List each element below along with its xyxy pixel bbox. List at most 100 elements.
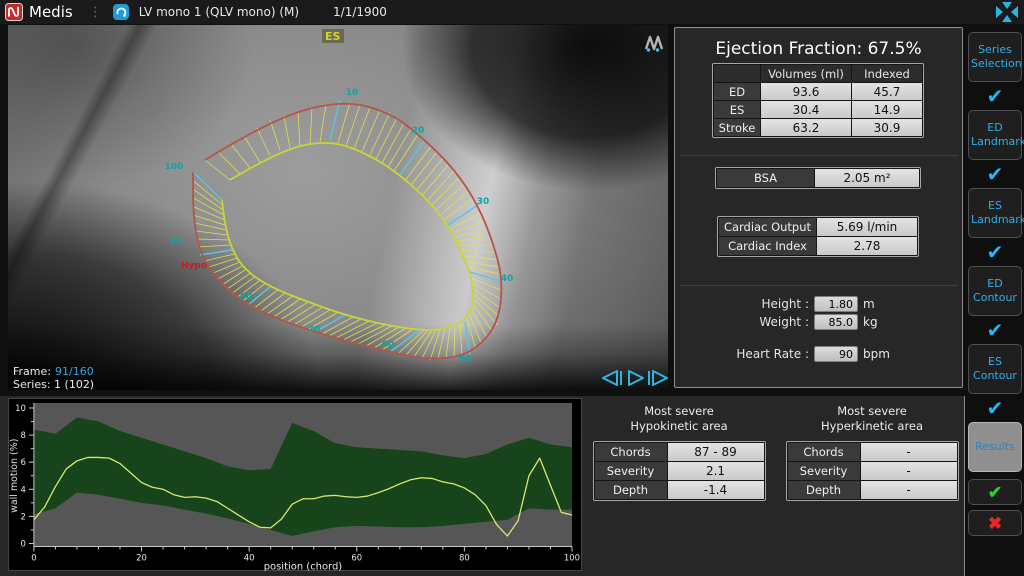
- step-es-landmarks[interactable]: ES Landmarks: [968, 188, 1022, 238]
- frame-value: 91/160: [55, 365, 94, 378]
- hypokinetic-title-line1: Most severe: [644, 404, 714, 419]
- angiogram-viewport[interactable]: ES 102030405060708090100 Hypo Frame: 91/…: [8, 25, 668, 390]
- study-label: LV mono 1 (QLV mono) (M): [139, 5, 299, 19]
- study-date: 1/1/1900: [333, 5, 387, 19]
- row-stroke-label: Stroke: [714, 119, 760, 136]
- step-complete-check-icon: ✔: [987, 319, 1004, 341]
- depth-label: Depth: [595, 481, 667, 499]
- step-complete-check-icon: ✔: [987, 397, 1004, 419]
- step-es-contour[interactable]: ES Contour: [968, 344, 1022, 394]
- section-divider: [679, 285, 958, 286]
- volumes-table: Volumes (ml) Indexed ED 93.6 45.7 ES 30.…: [712, 63, 924, 138]
- depth-label: Depth: [788, 481, 860, 499]
- weight-field[interactable]: [814, 314, 858, 330]
- step-results[interactable]: Results: [968, 422, 1022, 472]
- severity-value: 2.1: [668, 462, 764, 480]
- svg-text:wall motion (%): wall motion (%): [9, 439, 20, 513]
- height-unit: m: [863, 297, 875, 311]
- es-indexed: 14.9: [852, 101, 922, 118]
- hypokinetic-label: Hypo: [181, 261, 207, 271]
- svg-text:90: 90: [170, 237, 183, 247]
- svg-text:80: 80: [459, 552, 470, 562]
- svg-text:20: 20: [412, 126, 425, 136]
- step-complete-check-icon: ✔: [987, 85, 1004, 107]
- cardiac-output-value: 5.69 l/min: [817, 218, 917, 236]
- svg-text:6: 6: [21, 457, 26, 467]
- svg-text:40: 40: [244, 552, 255, 562]
- next-frame-button[interactable]: [649, 371, 667, 385]
- frame-label: Frame:: [13, 365, 51, 378]
- heart-rate-label: Heart Rate :: [675, 347, 809, 361]
- ejection-fraction-title: Ejection Fraction: 67.5%: [675, 39, 962, 59]
- severity-label: Severity: [788, 462, 860, 480]
- svg-text:2: 2: [21, 511, 26, 521]
- depth-value: -: [861, 481, 957, 499]
- svg-text:20: 20: [136, 552, 147, 562]
- ed-indexed: 45.7: [852, 83, 922, 100]
- col-indexed: Indexed: [852, 65, 922, 82]
- results-panel: Ejection Fraction: 67.5% Volumes (ml) In…: [674, 27, 963, 388]
- step-complete-check-icon: ✔: [987, 163, 1004, 185]
- step-complete-check-icon: ✔: [987, 241, 1004, 263]
- wall-motion-plot: 0204060801000246810position (chord)wall …: [9, 399, 581, 571]
- es-volume: 30.4: [761, 101, 851, 118]
- hyperkinetic-title-line2: Hyperkinetic area: [821, 419, 923, 434]
- svg-text:4: 4: [21, 484, 26, 494]
- wall-motion-chart: 0204060801000246810position (chord)wall …: [8, 398, 582, 571]
- stroke-volume: 63.2: [761, 119, 851, 136]
- svg-text:0: 0: [31, 552, 36, 562]
- bsa-label: BSA: [717, 169, 814, 187]
- cardiac-table: Cardiac Output 5.69 l/min Cardiac Index …: [717, 216, 919, 257]
- hypokinetic-table: Chords 87 - 89 Severity 2.1 Depth -1.4: [593, 441, 766, 501]
- app-titlebar: Medis ⋮ LV mono 1 (QLV mono) (M) 1/1/190…: [0, 0, 1024, 24]
- study-type-icon[interactable]: [113, 4, 129, 20]
- stroke-indexed: 30.9: [852, 119, 922, 136]
- weight-label: Weight :: [675, 315, 809, 329]
- hyperkinetic-title-line1: Most severe: [837, 404, 907, 419]
- previous-frame-button[interactable]: [603, 371, 621, 385]
- workflow-sidebar: Series Selection ✔ ED Landmarks ✔ ES Lan…: [966, 25, 1024, 576]
- kebab-menu-icon[interactable]: ⋮: [89, 5, 102, 20]
- row-ed-label: ED: [714, 83, 760, 100]
- step-ed-landmarks[interactable]: ED Landmarks: [968, 110, 1022, 160]
- ed-volume: 93.6: [761, 83, 851, 100]
- hyperkinetic-area-group: Most severe Hyperkinetic area Chords - S…: [783, 404, 961, 501]
- heart-rate-unit: bpm: [863, 347, 890, 361]
- bsa-table: BSA 2.05 m²: [715, 167, 921, 189]
- cardiac-index-label: Cardiac Index: [719, 237, 816, 255]
- cancel-x-icon: ✖: [988, 514, 1002, 533]
- chords-label: Chords: [595, 443, 667, 461]
- svg-text:60: 60: [382, 340, 395, 350]
- svg-text:40: 40: [501, 274, 514, 284]
- svg-text:100: 100: [165, 162, 184, 172]
- app-name: Medis: [29, 3, 73, 21]
- step-ed-contour[interactable]: ED Contour: [968, 266, 1022, 316]
- lv-contours: [193, 100, 503, 360]
- series-label: Series: 1 (102): [13, 378, 94, 390]
- bsa-value: 2.05 m²: [815, 169, 919, 187]
- play-button[interactable]: [629, 371, 643, 385]
- svg-text:60: 60: [351, 552, 362, 562]
- cancel-button[interactable]: ✖: [968, 510, 1022, 536]
- row-es-label: ES: [714, 101, 760, 118]
- svg-text:position (chord): position (chord): [264, 561, 343, 571]
- chords-label: Chords: [788, 443, 860, 461]
- svg-text:10: 10: [346, 88, 359, 98]
- collapse-panels-icon[interactable]: [995, 1, 1019, 23]
- height-field[interactable]: [814, 296, 858, 312]
- accept-button[interactable]: ✔: [968, 479, 1022, 505]
- svg-text:70: 70: [308, 325, 321, 335]
- col-volumes: Volumes (ml): [761, 65, 851, 82]
- medis-watermark-icon: [646, 37, 662, 52]
- svg-text:10: 10: [15, 403, 26, 413]
- step-series-selection[interactable]: Series Selection: [968, 32, 1022, 82]
- analysis-bottom-panel: 0204060801000246810position (chord)wall …: [0, 396, 965, 576]
- section-divider: [679, 155, 958, 156]
- cardiac-output-label: Cardiac Output: [719, 218, 816, 236]
- svg-text:50: 50: [459, 355, 472, 365]
- heart-rate-field[interactable]: [814, 346, 858, 362]
- severity-label: Severity: [595, 462, 667, 480]
- svg-text:30: 30: [477, 197, 490, 207]
- accept-check-icon: ✔: [988, 483, 1002, 502]
- contour-overlay: ES 102030405060708090100 Hypo Frame: 91/…: [8, 25, 668, 390]
